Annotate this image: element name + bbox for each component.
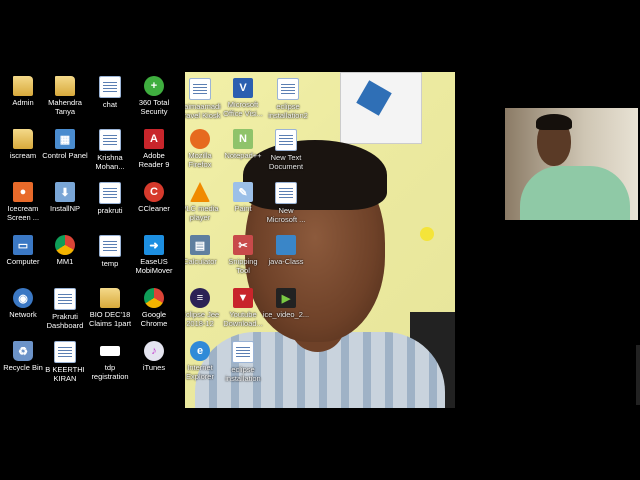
desktop-icon-icecream-screen[interactable]: ● Icecream Screen ... xyxy=(0,182,46,222)
document-icon xyxy=(99,129,121,151)
desktop-icon-label: 360 Total Security xyxy=(138,98,170,116)
desktop-icon-label: iTunes xyxy=(142,363,166,372)
document-icon xyxy=(54,341,76,363)
video-file-icon: ▶ xyxy=(276,288,296,308)
overlay-icon-snipping-tool[interactable]: ✂ Snipping Tool xyxy=(220,235,266,275)
overlay-icon-eclipse-installation[interactable]: eclipse installation xyxy=(220,341,266,383)
overlay-icon-label: java-Class xyxy=(268,257,304,266)
desktop-icon-google-chrome[interactable]: Google Chrome xyxy=(131,288,177,328)
desktop-icon-mahendra-tanya[interactable]: Mahendra Tanya xyxy=(42,76,88,116)
blank-file-icon xyxy=(100,346,120,356)
desktop-icon-label: CCleaner xyxy=(138,204,170,213)
text-document-icon xyxy=(275,129,297,151)
desktop-icon-bio-dec18-claims[interactable]: BIO DEC'18 Claims 1part xyxy=(87,288,133,328)
desktop-icon-easeus-mobimover[interactable]: ➜ EaseUS MobiMover xyxy=(131,235,177,275)
recycle-bin-icon: ♻ xyxy=(13,341,33,361)
shield-icon: + xyxy=(144,76,164,96)
snipping-tool-icon: ✂ xyxy=(233,235,253,255)
desktop-icon-label: EaseUS MobiMover xyxy=(135,257,173,275)
webcam-video: Kaimaamadi Travel Kiosk V Microsoft Offi… xyxy=(185,72,455,408)
edge-strip xyxy=(636,345,640,405)
shortcut-icon xyxy=(189,78,211,100)
chrome-icon xyxy=(144,288,164,308)
notepad-icon: N xyxy=(233,129,253,149)
eclipse-icon: ≡ xyxy=(190,288,210,308)
folder-icon xyxy=(13,129,33,149)
desktop-icon-installnp[interactable]: ⬇ InstallNP xyxy=(42,182,88,213)
folder-icon xyxy=(13,76,33,96)
ccleaner-icon: C xyxy=(144,182,164,202)
computer-icon: ▭ xyxy=(13,235,33,255)
desktop-icon-tdp-registration[interactable]: tdp registration xyxy=(87,341,133,381)
document-icon xyxy=(99,76,121,98)
desktop-icon-prakruti-dashboard[interactable]: Prakruti Dashboard xyxy=(42,288,88,330)
internet-explorer-icon: e xyxy=(190,341,210,361)
desktop-icon-360-total-security[interactable]: + 360 Total Security xyxy=(131,76,177,116)
desktop-icon-mm1[interactable]: MM1 xyxy=(42,235,88,266)
desktop-icon-control-panel[interactable]: ▦ Control Panel xyxy=(42,129,88,160)
cursor-highlight xyxy=(420,227,434,241)
overlay-icon-new-microsoft[interactable]: New Microsoft ... xyxy=(263,182,309,224)
document-icon xyxy=(232,341,254,363)
chrome-icon xyxy=(55,235,75,255)
document-icon xyxy=(99,182,121,204)
overlay-icon-label: New Microsoft ... xyxy=(266,206,306,224)
overlay-icon-eclipse-installation2[interactable]: eclipse installation2 xyxy=(265,78,311,120)
pip-person-shirt xyxy=(520,166,630,220)
overlay-icon-youtube-downloader[interactable]: ▼ Youtube Download... xyxy=(220,288,266,328)
desktop-icon-label: Adobe Reader 9 xyxy=(138,151,170,169)
pdf-icon: A xyxy=(144,129,164,149)
desktop-icon-ccleaner[interactable]: C CCleaner xyxy=(131,182,177,213)
desktop-icon-chat[interactable]: chat xyxy=(87,76,133,109)
overlay-icon-ice-video[interactable]: ▶ ice_video_2... xyxy=(263,288,309,319)
document-icon xyxy=(277,78,299,100)
itunes-icon: ♪ xyxy=(144,341,164,361)
desktop-icon-temp[interactable]: temp xyxy=(87,235,133,268)
desktop-icon-b-keerthi-kiran[interactable]: B KEERTHI KIRAN xyxy=(42,341,88,383)
overlay-icon-firefox[interactable]: Mozilla Firefox xyxy=(185,129,223,169)
paint-icon: ✎ xyxy=(233,182,253,202)
folder-icon xyxy=(100,288,120,308)
installer-icon: ⬇ xyxy=(55,182,75,202)
overlay-icon-java-class[interactable]: java-Class xyxy=(263,235,309,266)
calculator-icon: ▤ xyxy=(190,235,210,255)
document-icon xyxy=(54,288,76,310)
control-panel-icon: ▦ xyxy=(55,129,75,149)
folder-icon xyxy=(55,76,75,96)
desktop-icon-krishna-mohan[interactable]: Krishna Mohan... xyxy=(87,129,133,171)
desktop-icon-label: Google Chrome xyxy=(140,310,168,328)
overlay-icon-label: New Text Document xyxy=(268,153,304,171)
webcam-pip xyxy=(505,108,638,220)
overlay-icon-new-text-document[interactable]: New Text Document xyxy=(263,129,309,171)
overlay-icon-label: eclipse installation xyxy=(225,365,261,383)
icecream-icon: ● xyxy=(13,182,33,202)
desktop: Admin Mahendra Tanya chat + 360 Total Se… xyxy=(0,0,640,480)
desktop-icon-itunes[interactable]: ♪ iTunes xyxy=(131,341,177,372)
overlay-icon-label: eclipse installation2 xyxy=(268,102,308,120)
network-icon: ◉ xyxy=(13,288,33,308)
vlc-icon xyxy=(190,182,210,202)
youtube-downloader-icon: ▼ xyxy=(233,288,253,308)
overlay-icon-vlc[interactable]: VLC media player xyxy=(185,182,223,222)
folder-icon xyxy=(276,235,296,255)
overlay-icon-label: ice_video_2... xyxy=(262,310,310,319)
wall-poster xyxy=(340,72,422,144)
firefox-icon xyxy=(190,129,210,149)
overlay-icon-office-visio[interactable]: V Microsoft Office Visi... xyxy=(220,78,266,118)
desktop-icon-adobe-reader[interactable]: A Adobe Reader 9 xyxy=(131,129,177,169)
easeus-icon: ➜ xyxy=(144,235,164,255)
document-icon xyxy=(275,182,297,204)
desktop-icon-prakruti[interactable]: prakruti xyxy=(87,182,133,215)
document-icon xyxy=(99,235,121,257)
office-icon: V xyxy=(233,78,253,98)
pip-person-hair xyxy=(536,114,572,130)
